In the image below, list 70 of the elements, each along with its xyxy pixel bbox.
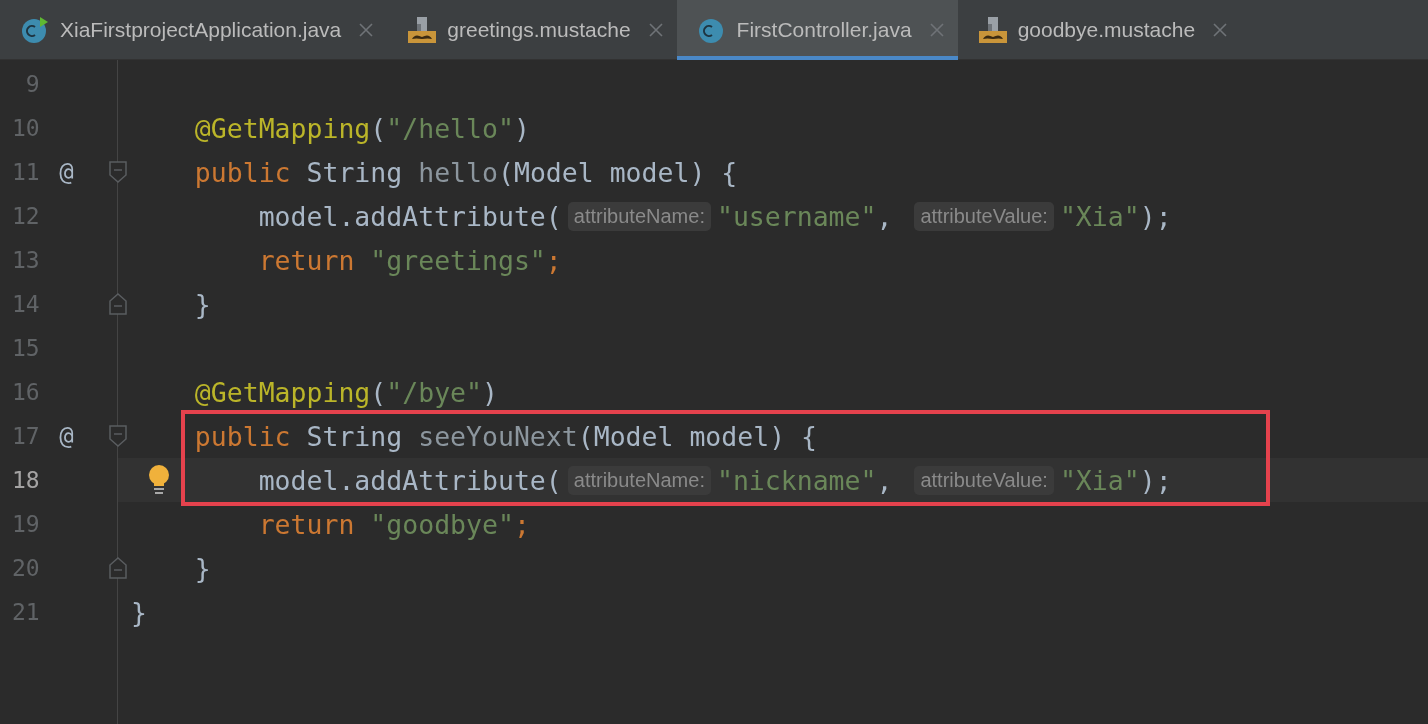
close-icon[interactable] xyxy=(359,23,374,37)
code-token: return xyxy=(258,508,356,540)
close-icon[interactable] xyxy=(929,23,944,37)
editor-tab[interactable]: goodbye.mustache xyxy=(957,0,1242,60)
line-number: 21 xyxy=(10,599,40,625)
gutter-mark[interactable]: @ xyxy=(59,422,74,450)
code-token: (Model model) { xyxy=(497,156,738,188)
code-token: ) xyxy=(482,376,498,408)
code-token: , xyxy=(876,200,894,232)
code-token: ( xyxy=(370,112,387,144)
line-number: 16 xyxy=(10,379,40,405)
mustache-file-icon xyxy=(407,16,438,44)
code-token: "nickname" xyxy=(716,464,877,496)
code-token: , xyxy=(876,464,894,496)
editor-tab[interactable]: FirstController.java xyxy=(676,0,958,60)
code-token: return xyxy=(258,244,356,276)
close-icon[interactable] xyxy=(648,23,663,37)
code-token: hello xyxy=(418,156,498,188)
code-token: public xyxy=(194,420,292,452)
fold-icon[interactable] xyxy=(109,161,127,183)
line-number: 17 xyxy=(10,423,40,449)
code-token: @GetMapping xyxy=(194,112,371,144)
line-number: 11 xyxy=(10,159,40,185)
code-token: model.addAttribute( xyxy=(258,464,562,496)
code-token: "/bye" xyxy=(386,376,482,408)
parameter-hint: attributeValue: xyxy=(914,201,1054,231)
mustache-file-icon xyxy=(977,16,1008,44)
code-token: @GetMapping xyxy=(194,376,371,408)
code-token: "Xia" xyxy=(1059,464,1140,496)
line-number: 15 xyxy=(10,335,40,361)
gutter-mark[interactable]: @ xyxy=(59,158,74,186)
code-token: "goodbye" xyxy=(370,508,514,540)
code-token: seeYouNext xyxy=(418,420,578,452)
code-token: "Xia" xyxy=(1059,200,1140,232)
code-token: String xyxy=(306,156,404,188)
line-number: 13 xyxy=(10,247,40,273)
editor-tab[interactable]: greetings.mustache xyxy=(387,0,677,60)
line-number: 18 xyxy=(10,467,40,493)
line-number: 10 xyxy=(10,115,40,141)
code-token: model.addAttribute( xyxy=(258,200,562,232)
fold-icon[interactable] xyxy=(109,557,127,579)
code-token: ); xyxy=(1139,200,1172,232)
line-number: 20 xyxy=(10,555,40,581)
parameter-hint: attributeName: xyxy=(567,465,711,495)
code-token: ); xyxy=(1139,464,1172,496)
line-number: 9 xyxy=(24,71,40,97)
line-number: 12 xyxy=(10,203,40,229)
code-token: ; xyxy=(545,244,562,276)
code-token: } xyxy=(194,552,211,584)
code-token: "username" xyxy=(716,200,877,232)
code-token: } xyxy=(131,596,147,628)
lightbulb-icon[interactable] xyxy=(148,465,170,495)
close-icon[interactable] xyxy=(1213,23,1228,37)
fold-icon[interactable] xyxy=(109,293,127,315)
line-number: 14 xyxy=(10,291,40,317)
code-token: ; xyxy=(513,508,530,540)
editor-tab[interactable]: XiaFirstprojectApplication.java xyxy=(0,0,388,60)
code-token: } xyxy=(194,288,211,320)
parameter-hint: attributeValue: xyxy=(914,465,1054,495)
code-token: "/hello" xyxy=(386,112,514,144)
fold-icon[interactable] xyxy=(109,425,127,447)
parameter-hint: attributeName: xyxy=(567,201,711,231)
code-token: "greetings" xyxy=(370,244,546,276)
code-token: ( xyxy=(370,376,387,408)
code-token: (Model model) { xyxy=(577,420,818,452)
line-number: 19 xyxy=(10,511,40,537)
code-token: ) xyxy=(513,112,530,144)
code-token: String xyxy=(306,420,404,452)
code-token: public xyxy=(194,156,292,188)
class-file-icon xyxy=(20,16,50,44)
